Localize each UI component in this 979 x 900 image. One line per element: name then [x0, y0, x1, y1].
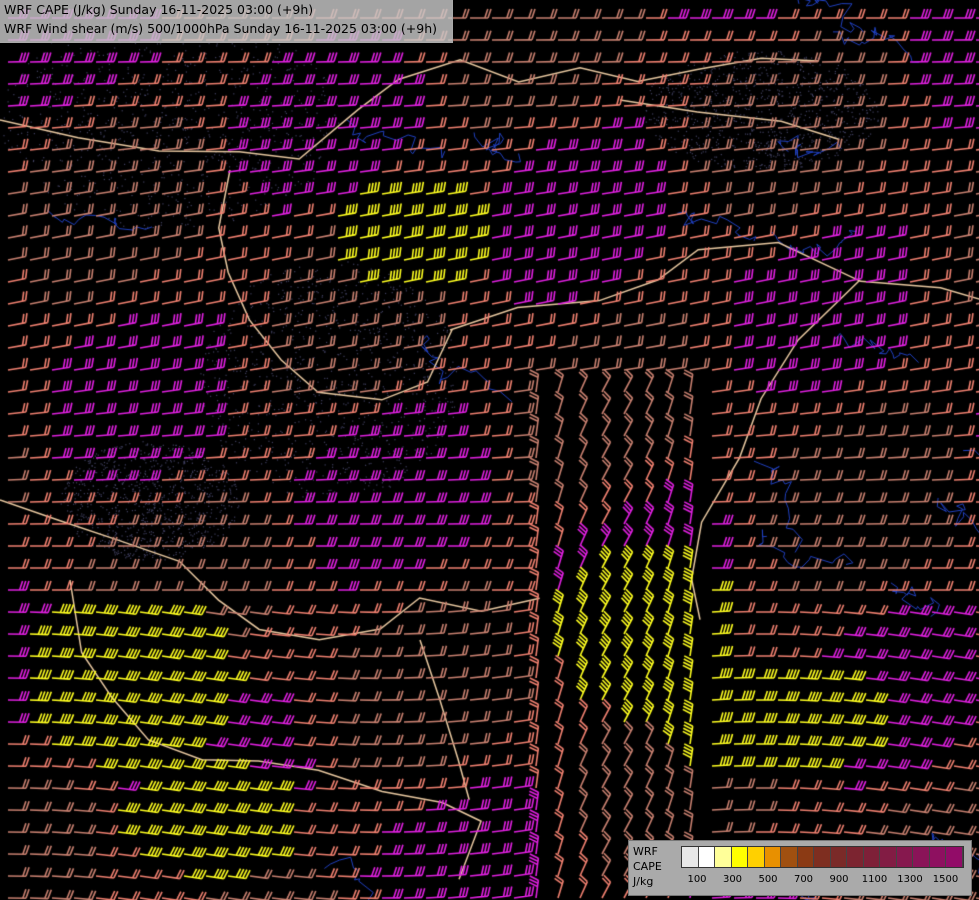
- legend-swatch: [896, 847, 913, 867]
- legend-swatch: [863, 847, 880, 867]
- wind-shear-barb-map: [0, 0, 979, 900]
- legend-tick-label: 500: [758, 874, 778, 885]
- title-wind-shear: WRF Wind shear (m/s) 500/1000hPa Sunday …: [4, 21, 437, 36]
- legend-swatch: [913, 847, 930, 867]
- legend-swatch: [715, 847, 732, 867]
- legend-swatch: [830, 847, 847, 867]
- legend-ticks: 100 300 500 700 900 1100 1300 1500: [681, 874, 971, 888]
- legend-swatch: [847, 847, 864, 867]
- legend-tick-label: 700: [793, 874, 814, 885]
- title-box: WRF CAPE (J/kg) Sunday 16-11-2025 03:00 …: [0, 0, 453, 43]
- cape-legend: WRF CAPE J/kg 100 300 500 700 900 1100 1300 150…: [628, 840, 972, 896]
- legend-param-label: CAPE: [633, 860, 662, 873]
- legend-swatch: [781, 847, 798, 867]
- legend-swatch: [814, 847, 831, 867]
- title-cape: WRF CAPE (J/kg) Sunday 16-11-2025 03:00 …: [4, 2, 314, 17]
- legend-model-label: WRF: [633, 845, 658, 858]
- legend-color-scale: [681, 846, 964, 868]
- legend-swatch: [764, 847, 781, 867]
- legend-tick-label: 1100: [861, 874, 888, 885]
- legend-swatch: [682, 847, 699, 867]
- legend-tick-label: 100: [687, 874, 707, 885]
- legend-unit-label: J/kg: [633, 875, 654, 888]
- legend-swatch: [797, 847, 814, 867]
- legend-swatch: [731, 847, 748, 867]
- legend-swatch: [929, 847, 946, 867]
- legend-tick-label: 300: [722, 874, 743, 885]
- legend-tick-label: 1500: [932, 874, 959, 885]
- legend-swatch: [946, 847, 963, 867]
- legend-swatch: [698, 847, 715, 867]
- legend-tick-label: 900: [829, 874, 849, 885]
- legend-tick-label: 1300: [897, 874, 923, 885]
- legend-swatch: [880, 847, 897, 867]
- legend-swatch: [748, 847, 765, 867]
